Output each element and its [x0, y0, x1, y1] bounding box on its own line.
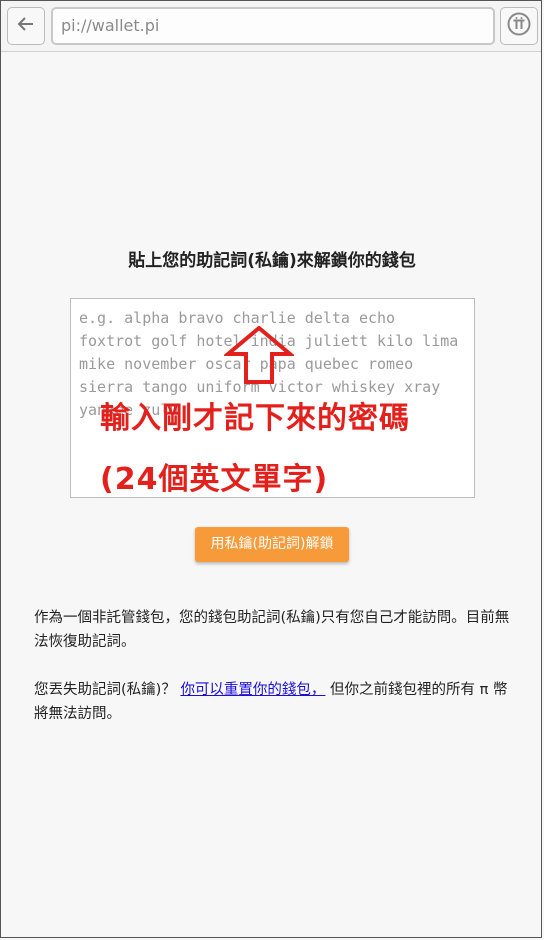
arrow-up-icon — [224, 326, 294, 384]
annotation-line-2: (24個英文單字) — [100, 462, 329, 497]
info-text: 作為一個非託管錢包，您的錢包助記詞(私鑰)只有您自己才能訪問。目前無法恢復助記詞… — [34, 610, 510, 650]
lost-mnemonic-text: 您丟失助記詞(私鑰)？ 你可以重置你的錢包， 但你之前錢包裡的所有 π 幣將無法… — [34, 678, 514, 726]
pi-logo-icon — [507, 12, 531, 40]
page-title: 貼上您的助記詞(私鑰)來解鎖你的錢包 — [128, 251, 416, 271]
reset-wallet-link[interactable]: 你可以重置你的錢包， — [180, 682, 325, 698]
url-input[interactable]: pi://wallet.pi — [51, 7, 495, 45]
pi-menu-button[interactable] — [500, 7, 538, 45]
lost-prefix: 您丟失助記詞(私鑰)？ — [34, 682, 181, 698]
unlock-button[interactable]: 用私鑰(助記詞)解鎖 — [195, 527, 349, 562]
annotation-line-1: 輸入剛才記下來的密碼 — [100, 401, 410, 436]
browser-toolbar: pi://wallet.pi — [1, 1, 541, 52]
arrow-left-icon — [17, 14, 35, 39]
back-button[interactable] — [7, 7, 45, 45]
